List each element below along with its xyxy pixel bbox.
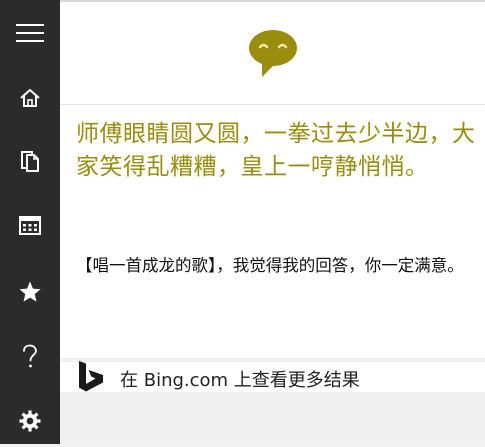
settings-button[interactable] xyxy=(0,395,60,447)
help-button[interactable] xyxy=(0,331,60,383)
star-icon xyxy=(19,281,41,302)
response-headline: 师傅眼睛圆又圆，一拳过去少半边，大家笑得乱糟糟，皇上一哼静悄悄。 xyxy=(76,121,476,180)
cortana-speech-bubble-icon xyxy=(249,30,297,77)
header-divider xyxy=(60,104,485,105)
bing-logo-icon xyxy=(79,361,103,392)
question-icon xyxy=(23,344,37,368)
top-divider xyxy=(60,0,485,2)
cortana-panel: 师傅眼睛圆又圆，一拳过去少半边，大家笑得乱糟糟，皇上一哼静悄悄。 【唱一首成龙的… xyxy=(60,0,485,444)
favorites-button[interactable] xyxy=(0,266,60,318)
menu-button[interactable] xyxy=(0,7,60,59)
hamburger-icon xyxy=(16,24,44,42)
calendar-icon xyxy=(19,216,41,235)
notebook-button[interactable] xyxy=(0,135,60,187)
bing-search-label[interactable]: 在 Bing.com 上查看更多结果 xyxy=(120,366,360,392)
home-button[interactable] xyxy=(0,72,60,124)
home-icon xyxy=(20,89,40,107)
response-body: 【唱一首成龙的歌】，我觉得我的回答，你一定满意。 xyxy=(76,256,464,275)
reminders-button[interactable] xyxy=(0,199,60,251)
input-area[interactable] xyxy=(60,392,485,444)
sidebar xyxy=(0,0,60,444)
notebook-icon xyxy=(21,151,39,172)
gear-icon xyxy=(19,410,41,432)
